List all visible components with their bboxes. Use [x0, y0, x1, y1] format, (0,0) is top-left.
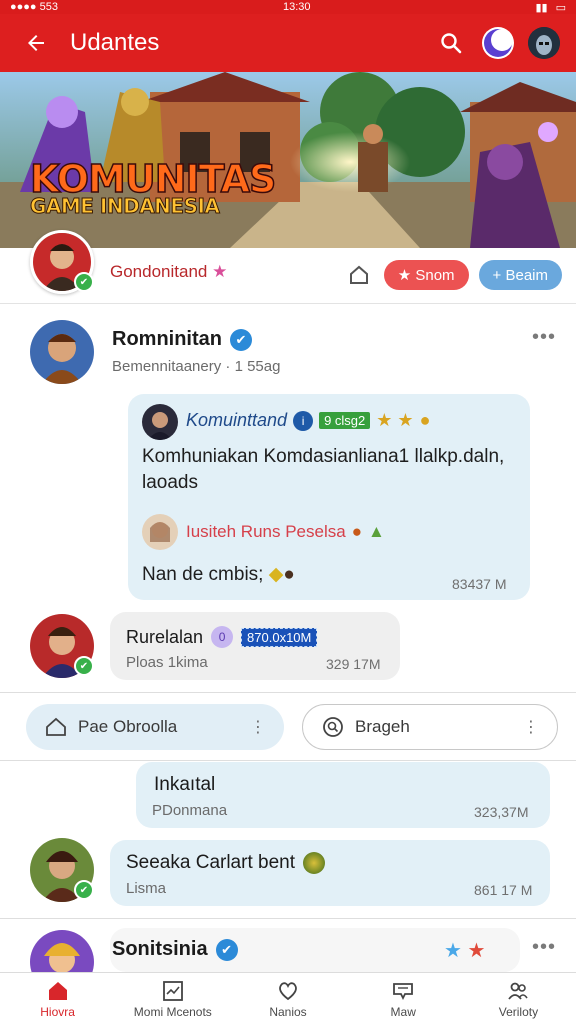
reply1-online-icon: ✔ [74, 656, 94, 676]
post2-reactions: ★ ★ [444, 938, 485, 963]
divider [0, 918, 576, 919]
home-button[interactable] [344, 260, 374, 290]
chip-menu-icon[interactable]: ⋮ [250, 717, 266, 737]
reply-avatar[interactable] [142, 514, 178, 550]
home-icon [48, 981, 67, 1000]
home-icon [349, 265, 368, 284]
banner-subtitle: GAME INDANESIA [29, 194, 220, 219]
reply1-text: Ploas 1kima [126, 654, 208, 671]
gold-star-icon: ★ ★ [376, 410, 414, 430]
community-banner: KOMUNITAS GAME INDANESIA [0, 72, 576, 248]
message-a-subtitle: PDonmana [152, 802, 228, 819]
search-icon [441, 33, 462, 54]
quote-author-avatar[interactable] [142, 404, 178, 440]
moon-orb-icon [484, 29, 513, 57]
nav-favorites-label: Nanios [269, 1004, 307, 1019]
bottom-nav: Hiovra Momi Mcenots Nanios Maw Veriloty [0, 972, 576, 1024]
nav-profile-label: Veriloty [498, 1004, 539, 1019]
share-button[interactable]: + Beaim [478, 260, 562, 290]
house-icon [46, 717, 66, 736]
post-meta: Bemennitaanery · 1 55ag [112, 358, 281, 375]
reply-author[interactable]: Iusiteh Runs Peselsa ● ▲ [186, 522, 385, 542]
red-star-icon: ★ [467, 940, 486, 962]
search-button[interactable] [434, 26, 468, 60]
gem-icon: ◆ [268, 564, 284, 585]
message-a-title: Inkaıtal [154, 774, 216, 795]
search-chip-label: Brageh [355, 717, 410, 736]
orb-icon [303, 852, 325, 874]
quote-text: Komhuniakan Komdasianliana1 llalkp.daln,… [142, 446, 505, 493]
app-bar: Udantes [0, 14, 576, 72]
message-a-time: 323,37M [474, 804, 529, 820]
reply-text: Nan de cmbis; ◆● [142, 564, 295, 585]
reply1-badge: 870.0x10M [241, 627, 318, 647]
onion-icon: ● [419, 410, 431, 430]
nav-home-label: Hiovra [40, 1004, 75, 1019]
info-icon: i [293, 410, 314, 431]
join-button[interactable]: ★ Snom [383, 260, 469, 290]
post-author[interactable]: Romninitan ✔ [112, 328, 252, 351]
shield-badge-icon: 0 [211, 626, 234, 648]
post2-author[interactable]: Sonitsinia ✔ [112, 938, 238, 961]
quote-author[interactable]: Komuinttand i 9 clsg2 ★ ★ ● [186, 410, 430, 431]
divider [0, 760, 576, 761]
message-b-title: Seeaka Carlart bent [126, 852, 325, 874]
page-title: Udantes [70, 29, 160, 56]
signal-icon: ▮▮ [535, 1, 548, 14]
post2-verified-icon: ✔ [215, 938, 238, 961]
back-arrow-icon [28, 35, 44, 51]
nav-profile[interactable]: Veriloty [461, 973, 576, 1024]
online-status-icon: ✔ [74, 272, 94, 292]
people-icon [508, 982, 529, 1000]
nav-messages[interactable]: Maw [346, 973, 461, 1024]
community-name: Gondonitand ★ [110, 262, 228, 281]
magnifier-icon [323, 717, 343, 737]
post2-more-button[interactable]: ••• [532, 936, 556, 959]
profile-avatar[interactable] [482, 27, 514, 59]
chat-chip-label: Pae Obroolla [78, 717, 178, 736]
back-button[interactable] [16, 23, 56, 63]
message-b-time: 861 17 M [474, 882, 533, 898]
hero-avatar-icon [30, 320, 94, 384]
reply-avatar-icon [142, 514, 178, 550]
message-b-online-icon: ✔ [74, 880, 94, 900]
blue-star-icon: ★ [444, 940, 462, 962]
leaf-icon: ▲ [367, 522, 385, 541]
status-bar: ●●●● 553 13:30 ▮▮ ▭ [0, 0, 576, 14]
game-avatar[interactable] [528, 27, 560, 59]
nav-home[interactable]: Hiovra [0, 973, 115, 1024]
inbox-icon [393, 982, 414, 1000]
battery-icon: ▭ [555, 1, 566, 14]
verified-icon: ✔ [230, 328, 252, 351]
chat-chip[interactable]: Pae Obroolla ⋮ [26, 704, 284, 750]
nav-messages-label: Maw [390, 1004, 416, 1019]
photo-icon [162, 980, 183, 1001]
search-chip[interactable]: Brageh ⋮ [302, 704, 558, 750]
search-chip-menu-icon[interactable]: ⋮ [523, 717, 539, 737]
message-b-subtitle: Lisma [126, 880, 167, 897]
quote-time: 83437 M [452, 576, 507, 592]
quote-badge: 9 clsg2 [319, 412, 371, 429]
clock-text: 13:30 [282, 1, 311, 13]
pouch-icon: ● [283, 564, 295, 585]
community-header: ✔ Gondonitand ★ ★ Snom + Beaim [0, 230, 576, 304]
reply1-time: 329 17M [326, 656, 381, 672]
quote-avatar-icon [142, 404, 178, 440]
heart-icon [279, 981, 297, 1000]
banner-title: KOMUNITAS [29, 157, 277, 201]
character-icon [528, 27, 560, 59]
nav-moments[interactable]: Momi Mcenots [115, 973, 230, 1024]
nav-moments-label: Momi Mcenots [133, 1004, 212, 1019]
fire-icon: ● [351, 522, 362, 541]
carrier-text: ●●●● 553 [10, 1, 58, 13]
post-author-avatar[interactable] [30, 320, 94, 384]
reply1-author[interactable]: Rurelalan 0 870.0x10M [126, 626, 318, 648]
nav-favorites[interactable]: Nanios [230, 973, 345, 1024]
more-options-button[interactable]: ••• [532, 326, 556, 349]
star-icon: ★ [212, 262, 228, 281]
divider [0, 692, 576, 693]
